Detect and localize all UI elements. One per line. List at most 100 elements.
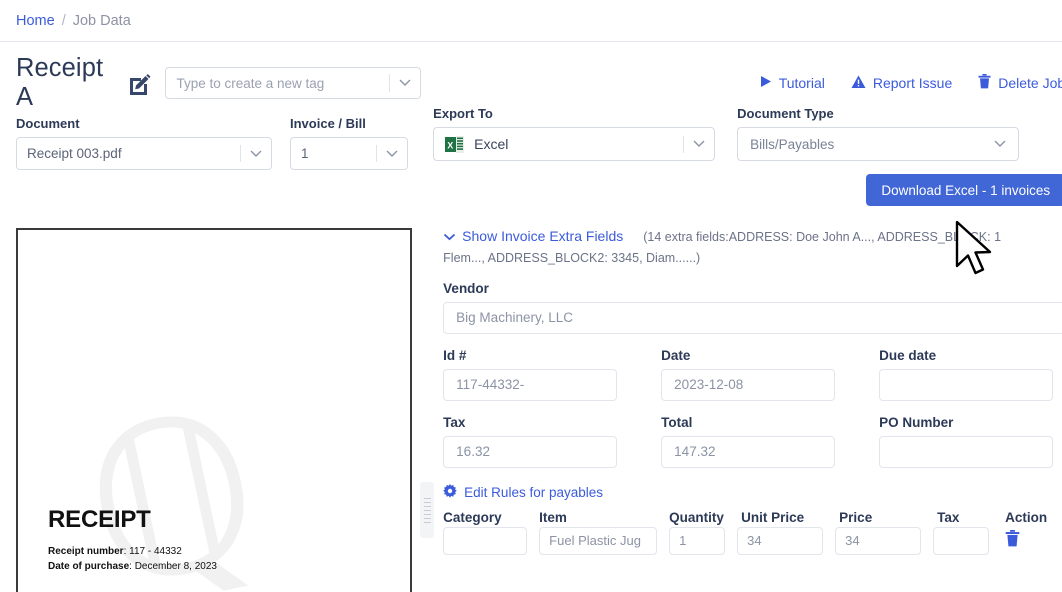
price-input[interactable] bbox=[835, 527, 921, 555]
id-input[interactable] bbox=[443, 369, 617, 401]
play-icon bbox=[760, 75, 772, 91]
header-quantity: Quantity bbox=[669, 510, 737, 525]
due-date-field: Due date bbox=[879, 348, 1062, 401]
category-input-cell bbox=[443, 527, 527, 555]
page-title: Receipt A bbox=[16, 54, 119, 112]
table-row bbox=[433, 527, 1062, 555]
total-input[interactable] bbox=[661, 436, 835, 468]
quantity-input-cell bbox=[669, 527, 725, 555]
chevron-down-icon[interactable] bbox=[241, 150, 271, 158]
delete-job-link-label: Delete Job bbox=[998, 75, 1062, 91]
document-select[interactable]: Receipt 003.pdf bbox=[16, 137, 272, 170]
due-date-label: Due date bbox=[879, 348, 1062, 363]
document-select-value: Receipt 003.pdf bbox=[17, 146, 240, 161]
show-invoice-extra-fields-label: Show Invoice Extra Fields bbox=[462, 228, 623, 244]
extra-fields-note-line1: (14 extra fields:ADDRESS: Doe John A...,… bbox=[643, 226, 1001, 250]
top-action-links: Tutorial Report Issue Delete Job bbox=[433, 68, 1062, 98]
download-excel-button[interactable]: Download Excel - 1 invoices bbox=[866, 174, 1062, 206]
header-category: Category bbox=[443, 510, 527, 525]
receipt-number-value: : 117 - 44332 bbox=[124, 546, 182, 557]
breadcrumb-separator: / bbox=[62, 13, 66, 29]
page-body: Receipt A Document Receipt 00 bbox=[0, 42, 1062, 592]
left-selector-row: Document Receipt 003.pdf Invoice / Bill … bbox=[16, 116, 421, 170]
download-row: Download Excel - 1 invoices bbox=[433, 174, 1062, 206]
items-table-body bbox=[433, 527, 1062, 555]
header-tax: Tax bbox=[937, 510, 993, 525]
panel-resize-handle[interactable] bbox=[420, 482, 434, 538]
tutorial-link[interactable]: Tutorial bbox=[760, 75, 825, 91]
export-to-value: Excel bbox=[464, 136, 683, 152]
chevron-down-icon[interactable] bbox=[684, 140, 714, 148]
document-type-select[interactable]: Bills/Payables bbox=[737, 127, 1019, 161]
invoice-bill-select-value: 1 bbox=[291, 146, 376, 161]
price-input-cell bbox=[835, 527, 921, 555]
export-to-select[interactable]: X Excel bbox=[433, 127, 715, 161]
chevron-down-icon[interactable] bbox=[390, 68, 420, 98]
unit-price-input[interactable] bbox=[737, 527, 823, 555]
invoice-bill-label: Invoice / Bill bbox=[290, 116, 408, 131]
po-number-label: PO Number bbox=[879, 415, 1062, 430]
document-type-field: Document Type Bills/Payables bbox=[737, 106, 1019, 161]
receipt-date-value: : December 8, 2023 bbox=[129, 561, 217, 572]
vendor-label: Vendor bbox=[443, 281, 1062, 296]
item-input[interactable] bbox=[539, 527, 657, 555]
form-grid-row-1: Id # Date Due date bbox=[433, 348, 1062, 401]
tag-input-wrapper[interactable] bbox=[165, 67, 421, 99]
tax-field: Tax bbox=[443, 415, 629, 468]
document-type-value: Bills/Payables bbox=[738, 137, 994, 152]
unit-price-input-cell bbox=[737, 527, 823, 555]
items-table-header: Category Item Quantity Unit Price Price … bbox=[433, 510, 1062, 525]
quantity-input[interactable] bbox=[669, 527, 725, 555]
edit-rules-label: Edit Rules for payables bbox=[464, 485, 603, 500]
tax-input[interactable] bbox=[443, 436, 617, 468]
chevron-down-icon bbox=[443, 228, 456, 244]
export-to-field: Export To X Ex bbox=[433, 106, 715, 161]
tax-input[interactable] bbox=[933, 527, 989, 555]
chevron-down-icon[interactable] bbox=[994, 140, 1018, 148]
receipt-date-label: Date of purchase bbox=[48, 561, 129, 572]
breadcrumb-home-link[interactable]: Home bbox=[16, 13, 55, 29]
tag-input[interactable] bbox=[166, 68, 389, 98]
warning-triangle-icon bbox=[851, 75, 866, 92]
edit-pencil-icon[interactable] bbox=[127, 71, 151, 95]
breadcrumb-current: Job Data bbox=[73, 13, 131, 29]
document-type-label: Document Type bbox=[737, 106, 1019, 121]
trash-icon[interactable] bbox=[1001, 530, 1024, 550]
show-invoice-extra-fields-toggle[interactable]: Show Invoice Extra Fields bbox=[443, 228, 623, 244]
right-panel: Tutorial Report Issue Delete Job Export … bbox=[421, 42, 1062, 592]
export-to-label: Export To bbox=[433, 106, 715, 121]
document-field: Document Receipt 003.pdf bbox=[16, 116, 272, 170]
right-selector-row: Export To X Ex bbox=[433, 106, 1062, 161]
extra-fields-line1: Show Invoice Extra Fields (14 extra fiel… bbox=[443, 226, 1062, 250]
id-label: Id # bbox=[443, 348, 629, 363]
edit-rules-link[interactable]: Edit Rules for payables bbox=[433, 484, 1062, 501]
tax-input-cell bbox=[933, 527, 989, 555]
chevron-down-icon[interactable] bbox=[377, 150, 407, 158]
date-field: Date bbox=[661, 348, 847, 401]
vendor-field: Vendor bbox=[433, 281, 1062, 334]
extra-fields-row: Show Invoice Extra Fields (14 extra fiel… bbox=[433, 226, 1062, 265]
invoice-bill-select[interactable]: 1 bbox=[290, 137, 408, 170]
trash-icon bbox=[978, 74, 991, 92]
header-item: Item bbox=[539, 510, 657, 525]
header-action: Action bbox=[1005, 510, 1062, 525]
excel-file-icon: X bbox=[445, 135, 464, 154]
date-input[interactable] bbox=[661, 369, 835, 401]
tax-label: Tax bbox=[443, 415, 629, 430]
svg-text:X: X bbox=[447, 140, 453, 150]
header-unit-price: Unit Price bbox=[741, 510, 827, 525]
category-input[interactable] bbox=[443, 527, 527, 555]
total-label: Total bbox=[661, 415, 847, 430]
document-preview[interactable]: ℚ RECEIPT Receipt number: 117 - 44332 Da… bbox=[16, 228, 412, 592]
delete-job-link[interactable]: Delete Job bbox=[978, 74, 1062, 92]
breadcrumb: Home / Job Data bbox=[0, 0, 1062, 42]
vendor-input[interactable] bbox=[443, 302, 1062, 334]
gear-icon bbox=[443, 484, 457, 501]
date-label: Date bbox=[661, 348, 847, 363]
receipt-meta: Receipt number: 117 - 44332 Date of purc… bbox=[48, 545, 380, 574]
report-issue-link[interactable]: Report Issue bbox=[851, 75, 952, 92]
po-number-input[interactable] bbox=[879, 436, 1053, 468]
form-grid-row-2: Tax Total PO Number bbox=[433, 415, 1062, 468]
job-title-row: Receipt A bbox=[16, 64, 421, 102]
due-date-input[interactable] bbox=[879, 369, 1053, 401]
